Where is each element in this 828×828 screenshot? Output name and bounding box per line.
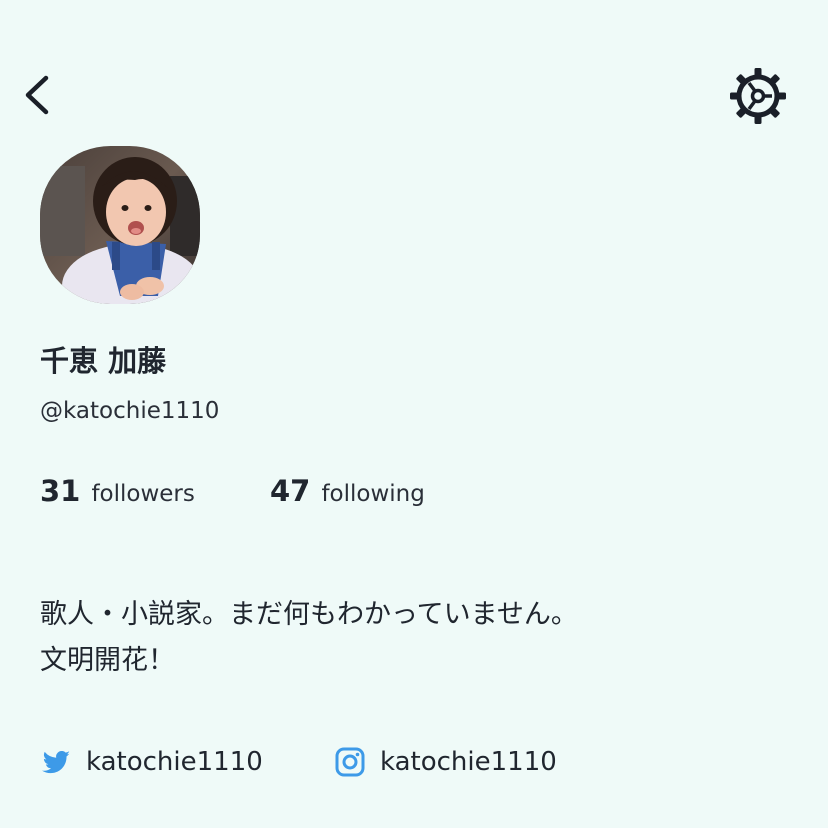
twitter-icon — [40, 746, 72, 778]
instagram-username: katochie1110 — [380, 747, 557, 777]
followers-count: 31 — [40, 474, 81, 508]
profile-handle: @katochie1110 — [40, 398, 220, 424]
following-label: following — [321, 481, 425, 507]
profile-bio: 歌人・小説家。まだ何もわかっていません。 文明開花！ — [40, 592, 578, 684]
twitter-username: katochie1110 — [86, 747, 263, 777]
avatar — [40, 146, 200, 304]
profile-name: 千恵 加藤 — [40, 344, 167, 378]
avatar-photo — [40, 146, 200, 304]
chevron-left-icon — [25, 75, 49, 115]
followers-label: followers — [91, 481, 195, 507]
settings-button[interactable] — [728, 66, 788, 126]
gear-icon — [730, 68, 786, 124]
instagram-link[interactable]: katochie1110 — [334, 742, 557, 782]
followers-stat[interactable]: 31 followers — [40, 474, 195, 508]
back-button[interactable] — [18, 70, 62, 120]
twitter-link[interactable]: katochie1110 — [40, 742, 263, 782]
following-stat[interactable]: 47 following — [270, 474, 425, 508]
following-count: 47 — [270, 474, 311, 508]
instagram-icon — [334, 746, 366, 778]
bio-line: 歌人・小説家。まだ何もわかっていません。 — [40, 599, 578, 630]
bio-line: 文明開花！ — [40, 645, 175, 676]
